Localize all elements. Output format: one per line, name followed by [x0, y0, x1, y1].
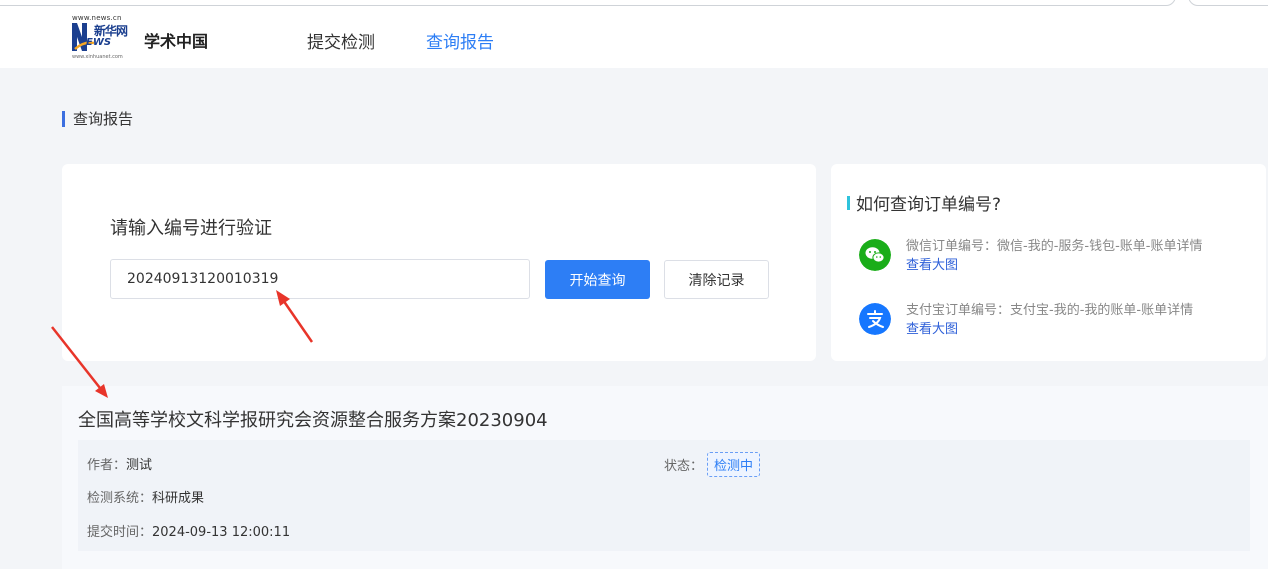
author-value: 测试 — [126, 458, 153, 473]
help-title: 如何查询订单编号? — [847, 190, 1001, 215]
status-badge: 检测中 — [707, 452, 761, 477]
help-card: 如何查询订单编号? 微信订单编号：微信-我的-服务-钱包-账单-账单详情 查看大… — [831, 164, 1266, 361]
report-result-card: 全国高等学校文科学报研究会资源整合服务方案20230904 作者：测试 状态： … — [62, 386, 1268, 569]
help-accent-bar — [847, 195, 850, 210]
system-label: 检测系统： — [87, 491, 153, 506]
browser-chrome-strip — [0, 0, 1268, 8]
author-row: 作者：测试 — [87, 454, 152, 473]
browser-button-edge[interactable] — [1188, 0, 1268, 6]
help-title-text: 如何查询订单编号? — [856, 195, 1002, 215]
alipay-icon — [859, 303, 891, 335]
submit-time-label: 提交时间： — [87, 525, 153, 540]
submit-time-row: 提交时间：2024-09-13 12:00:11 — [87, 521, 290, 540]
nav-submit-check[interactable]: 提交检测 — [307, 28, 375, 53]
start-query-button[interactable]: 开始查询 — [545, 260, 650, 299]
status-row: 状态： 检测中 — [664, 452, 761, 477]
top-navigation-bar: www.news.cn 新华网 EWS www.xinhuanet.com 学术… — [0, 8, 1268, 68]
report-title[interactable]: 全国高等学校文科学报研究会资源整合服务方案20230904 — [78, 406, 548, 432]
logo-sub-url: www.xinhuanet.com — [72, 54, 123, 60]
alipay-view-large-link[interactable]: 查看大图 — [906, 318, 958, 337]
order-number-input[interactable] — [110, 259, 530, 299]
wechat-icon — [859, 239, 891, 271]
system-value: 科研成果 — [152, 491, 205, 506]
nav-query-report[interactable]: 查询报告 — [426, 28, 494, 53]
author-label: 作者： — [87, 458, 127, 473]
status-label: 状态： — [664, 459, 704, 474]
page-title: 查询报告 — [62, 108, 133, 129]
xinhua-logo[interactable]: www.news.cn 新华网 EWS www.xinhuanet.com — [72, 10, 128, 62]
report-meta-panel: 作者：测试 状态： 检测中 检测系统：科研成果 提交时间：2024-09-13 … — [78, 440, 1250, 551]
system-row: 检测系统：科研成果 — [87, 487, 204, 506]
brand-name[interactable]: 学术中国 — [144, 28, 208, 52]
wechat-view-large-link[interactable]: 查看大图 — [906, 254, 958, 273]
address-bar-edge[interactable] — [0, 0, 1176, 6]
submit-time-value: 2024-09-13 12:00:11 — [152, 525, 291, 540]
logo-ews-text: EWS — [86, 37, 112, 48]
page-title-text: 查询报告 — [73, 110, 134, 128]
alipay-help-text: 支付宝订单编号：支付宝-我的-我的账单-账单详情 — [906, 303, 1194, 318]
title-accent-bar — [62, 110, 65, 127]
logo-url: www.news.cn — [72, 14, 122, 22]
clear-records-button[interactable]: 清除记录 — [664, 260, 769, 299]
query-prompt: 请输入编号进行验证 — [110, 218, 272, 239]
query-card: 请输入编号进行验证 开始查询 清除记录 — [62, 164, 816, 361]
wechat-help-text: 微信订单编号：微信-我的-服务-钱包-账单-账单详情 — [906, 239, 1203, 254]
